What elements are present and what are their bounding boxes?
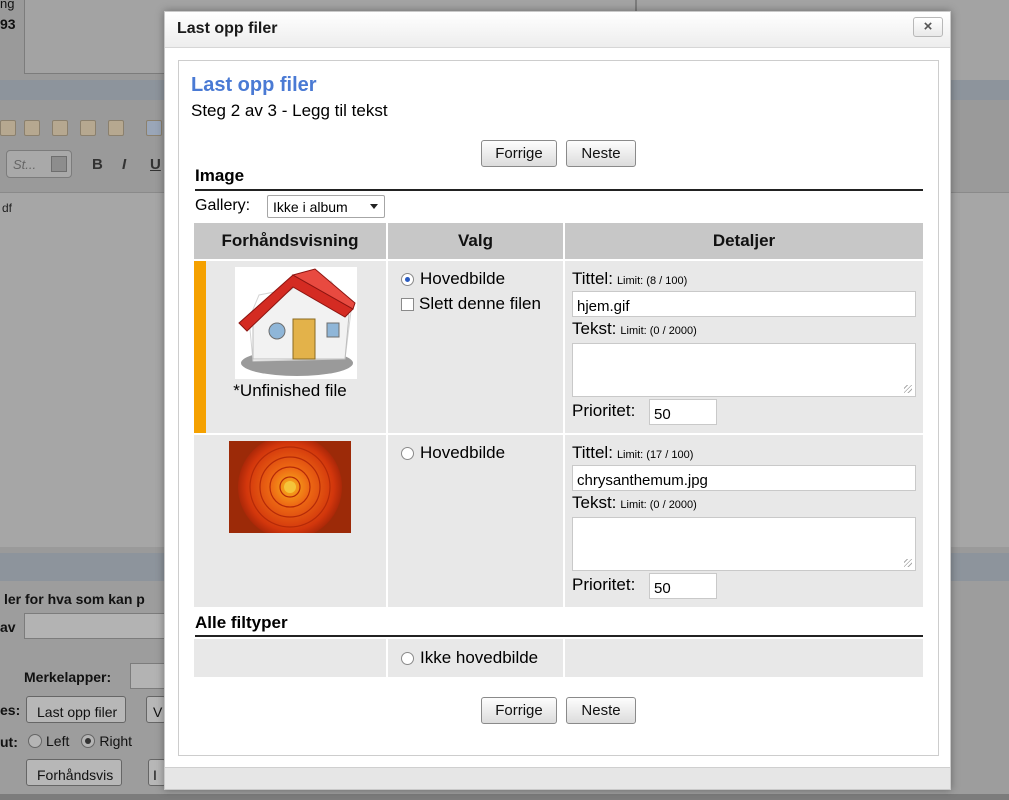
bg-upload-button[interactable]: Last opp filer <box>26 696 127 723</box>
radio-right[interactable] <box>81 734 96 748</box>
bg-label-av: av <box>0 619 16 635</box>
text-limit: Limit: (0 / 2000) <box>620 325 697 337</box>
bg-button-v[interactable]: V <box>146 696 166 723</box>
file-1-text-area[interactable] <box>572 343 916 397</box>
bg-top-text: ng 93 <box>0 0 24 40</box>
column-header-options: Valg <box>388 223 563 259</box>
paste-word-icon[interactable] <box>108 120 124 136</box>
file-1-title-input[interactable] <box>572 291 916 317</box>
file-2-title-label: Tittel: Limit: (17 / 100) <box>572 443 693 463</box>
gallery-label: Gallery: <box>195 197 251 214</box>
dialog-content: Last opp filer Steg 2 av 3 - Legg til te… <box>178 60 939 756</box>
column-header-details: Detaljer <box>565 223 923 259</box>
no-main-image-label: Ikke hovedbilde <box>420 648 539 667</box>
upload-dialog: Last opp filer × Last opp filer Steg 2 a… <box>164 11 951 790</box>
bg-label-es: es: <box>0 702 21 718</box>
previous-button[interactable]: Forrige <box>481 140 557 167</box>
bold-button[interactable]: B <box>92 156 103 173</box>
bg-text-2: 93 <box>0 16 16 32</box>
resize-grip-icon[interactable] <box>904 385 912 393</box>
eraser-icon[interactable] <box>146 120 162 136</box>
bg-hint-text: ler for hva som kan p <box>4 591 145 607</box>
column-header-preview: Forhåndsvisning <box>194 223 386 259</box>
all-types-preview-cell <box>194 639 386 677</box>
section-heading-all-types: Alle filtyper <box>195 613 288 632</box>
bg-preview-button[interactable]: Forhåndsvis <box>26 759 123 786</box>
file-1-title-label: Tittel: Limit: (8 / 100) <box>572 269 687 289</box>
page-title: Last opp filer <box>191 74 317 96</box>
chevron-down-icon <box>370 204 378 209</box>
chrysanthemum-thumbnail <box>229 441 351 533</box>
file-1-priority-label: Prioritet: <box>572 401 636 420</box>
gallery-value: Ikke i album <box>273 199 348 215</box>
dialog-bottom-bar <box>165 767 950 789</box>
resize-grip-icon[interactable] <box>904 559 912 567</box>
section-heading-image: Image <box>195 166 245 185</box>
file-2-text-label: Tekst: Limit: (0 / 2000) <box>572 493 697 513</box>
file-1-delete-checkbox[interactable] <box>401 298 414 311</box>
cut-icon[interactable] <box>0 120 16 136</box>
file-2-title-input[interactable] <box>572 465 916 491</box>
radio-left-label: Left <box>46 733 70 749</box>
previous-button-bottom[interactable]: Forrige <box>481 697 557 724</box>
bg-style-value: St... <box>13 157 37 172</box>
title-label-text: Tittel: <box>572 443 613 462</box>
step-indicator: Steg 2 av 3 - Legg til tekst <box>191 101 388 120</box>
radio-right-label: Right <box>99 733 133 749</box>
bg-style-select[interactable]: St... <box>6 150 72 178</box>
file-2-priority-label: Prioritet: <box>572 575 636 594</box>
bg-editor-text: df <box>2 201 13 215</box>
no-main-image-radio[interactable] <box>401 652 414 665</box>
radio-left[interactable] <box>28 734 42 748</box>
italic-button[interactable]: I <box>122 156 126 173</box>
gallery-select[interactable]: Ikke i album <box>267 195 385 218</box>
file-2-text-area[interactable] <box>572 517 916 571</box>
title-label-text: Tittel: <box>572 269 613 288</box>
all-types-details-cell <box>565 639 923 677</box>
title-limit: Limit: (17 / 100) <box>616 449 694 461</box>
house-thumbnail <box>235 267 357 379</box>
file-1-main-image-label: Hovedbilde <box>420 269 506 288</box>
bg-alignment-radios: Left Right <box>28 733 132 749</box>
next-button-bottom[interactable]: Neste <box>566 697 636 724</box>
bg-bottom-border <box>0 794 1009 800</box>
bg-label-ut: ut: <box>0 734 18 750</box>
file-2-main-image-radio[interactable] <box>401 447 414 460</box>
bg-text-1: ng <box>0 0 15 11</box>
underline-button[interactable]: U <box>150 156 161 173</box>
bg-av-input[interactable] <box>24 613 174 639</box>
chevron-down-icon <box>51 156 67 172</box>
paste-icon[interactable] <box>52 120 68 136</box>
unfinished-indicator <box>194 261 206 433</box>
paste-text-icon[interactable] <box>80 120 96 136</box>
dialog-title: Last opp filer <box>177 20 278 37</box>
bg-label-merkelapper: Merkelapper: <box>24 669 112 685</box>
section-divider <box>195 189 923 191</box>
file-1-priority-input[interactable] <box>649 399 717 425</box>
section-divider <box>195 635 923 637</box>
file-1-delete-label: Slett denne filen <box>419 294 541 313</box>
dialog-titlebar[interactable]: Last opp filer × <box>165 12 950 48</box>
text-limit: Limit: (0 / 2000) <box>620 499 697 511</box>
title-limit: Limit: (8 / 100) <box>616 275 688 287</box>
text-label-text: Tekst: <box>572 319 617 338</box>
copy-icon[interactable] <box>24 120 40 136</box>
file-1-text-label: Tekst: Limit: (0 / 2000) <box>572 319 697 339</box>
file-1-main-image-radio[interactable] <box>401 273 414 286</box>
file-2-main-image-label: Hovedbilde <box>420 443 506 462</box>
text-label-text: Tekst: <box>572 493 617 512</box>
next-button[interactable]: Neste <box>566 140 636 167</box>
file-1-caption: *Unfinished file <box>233 381 347 400</box>
close-icon[interactable]: × <box>913 17 943 37</box>
file-2-priority-input[interactable] <box>649 573 717 599</box>
